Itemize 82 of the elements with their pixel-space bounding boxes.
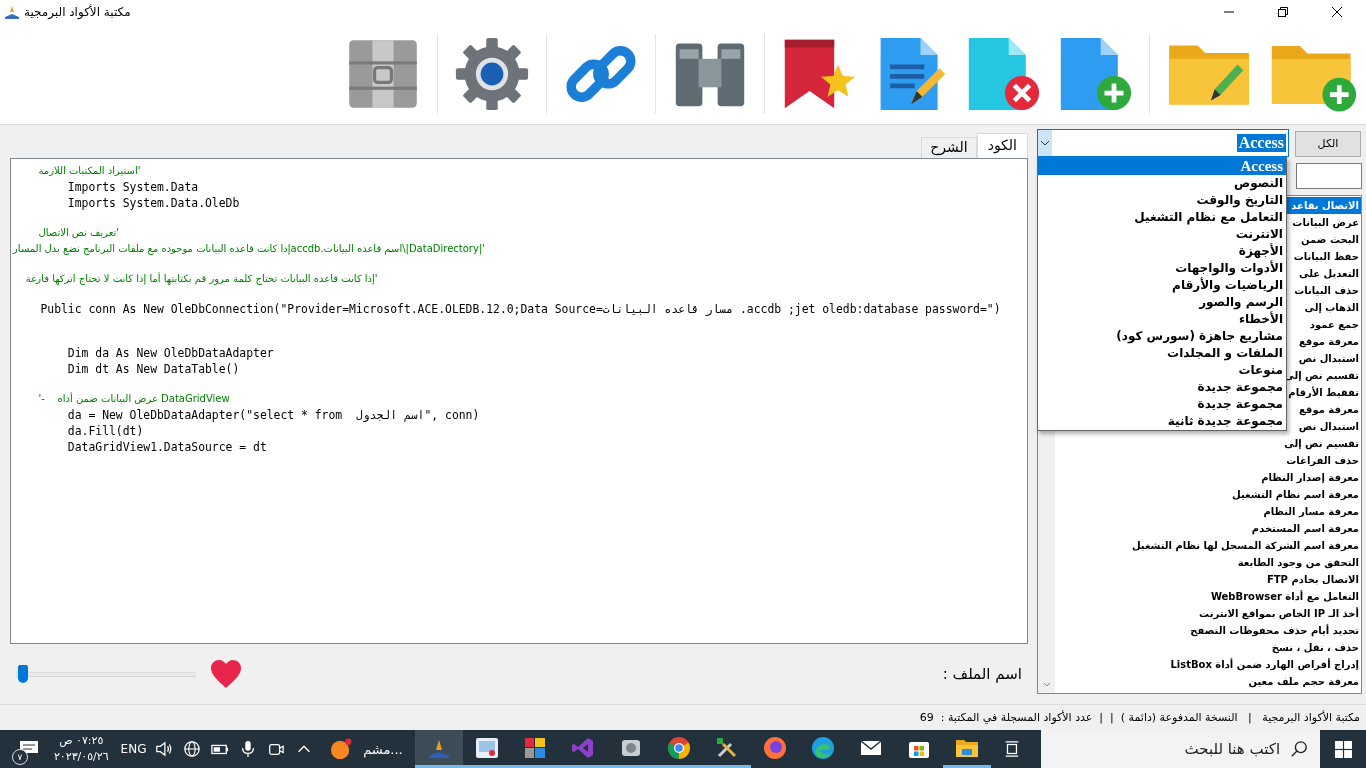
dropdown-option[interactable]: مشاريع جاهزة (سورس كود) [1038, 327, 1286, 345]
list-item[interactable]: تقسيم نص إلى [1055, 434, 1361, 452]
code-line: Public conn As New OleDbConnection("Provider=Microsoft.ACE.OLEDB.12.0;Data Source=مسار قاعده البيانات .accdb ;jet oledb:database password=") [39, 300, 1001, 317]
dropdown-option[interactable]: النصوص [1038, 174, 1286, 192]
tab[interactable]: الكود [976, 132, 1028, 159]
code-comment: '- عرض البيانات ضمن أداه DataGridView [37, 391, 230, 406]
dropdown-option[interactable]: الانترنت [1038, 225, 1286, 243]
notification-badge: ٧ [12, 749, 28, 765]
dropdown-option[interactable]: التاريخ والوقت [1038, 191, 1286, 209]
edge-icon [810, 735, 835, 760]
list-item[interactable]: معرفة اسم نظام التشغيل [1055, 485, 1361, 503]
list-item[interactable]: أخذ الـ IP الخاص بمواقع الانترنت [1055, 604, 1361, 622]
search-icon [1290, 740, 1309, 758]
list-item[interactable]: معرفة اسم المستخدم [1055, 519, 1361, 537]
category-select[interactable]: Access [1037, 128, 1289, 157]
settings-button[interactable] [454, 35, 530, 112]
window-title: مكتبة الأكواد البرمجية [24, 5, 131, 19]
dropdown-option[interactable]: الأجهزة [1038, 242, 1286, 260]
tray-app-icon[interactable] [330, 738, 353, 760]
dropdown-option[interactable]: الأخطاء [1038, 310, 1286, 328]
restore-icon[interactable] [1277, 6, 1289, 18]
clock-time[interactable]: ٠٧:٢٥ ص [59, 733, 104, 749]
dropdown-option[interactable]: الأدوات والواجهات [1038, 259, 1286, 277]
code-line: Imports System.Data [66, 178, 199, 195]
close-icon[interactable] [1331, 6, 1343, 18]
clock-date[interactable]: ٢٠٢٣/٠٥/٢٦ [53, 749, 109, 765]
tiles-icon [522, 735, 547, 760]
list-item[interactable]: تحديد أيام حذف محفوظات التصفح [1055, 621, 1361, 639]
dropdown-option[interactable]: الرسم والصور [1038, 293, 1286, 311]
file-name-label: اسم الملف : [942, 664, 1022, 683]
dropdown-option[interactable]: Access [1038, 157, 1286, 175]
monitor-icon [474, 735, 499, 760]
windows-logo-icon [1334, 740, 1352, 758]
slider-thumb[interactable] [18, 664, 29, 683]
code-line: DataGridView1.DataSource = dt [66, 438, 267, 455]
chrome-icon [666, 735, 691, 760]
dropdown-option[interactable]: الرياضيات والأرقام [1038, 276, 1286, 294]
taskbar-search-field[interactable]: اكتب هنا للبحث [1040, 739, 1291, 759]
volume-icon[interactable] [155, 740, 174, 758]
app-icon [4, 4, 20, 20]
globe-icon[interactable] [183, 740, 202, 758]
code-editor[interactable] [10, 157, 1028, 644]
tab[interactable]: الشرح [921, 136, 977, 159]
dropdown-caret-icon[interactable] [1038, 129, 1052, 156]
language-indicator[interactable]: ENG [120, 742, 147, 756]
all-button[interactable]: الكل [1295, 130, 1361, 157]
code-line: Dim da As New OleDbDataAdapter [66, 344, 274, 361]
dropdown-option[interactable]: مجموعة جديدة ثانية [1038, 412, 1286, 430]
code-line: Dim dt As New DataTable() [66, 360, 240, 377]
dropdown-option[interactable]: منوعات [1038, 361, 1286, 379]
infinity-icon [570, 735, 595, 760]
list-item[interactable]: التعامل مع أداة WebBrowser [1055, 587, 1361, 605]
heart-icon[interactable] [210, 658, 242, 689]
settings-icon [454, 35, 530, 112]
list-item[interactable]: التحقق من وجود الطابعة [1055, 553, 1361, 571]
taskbar-app-label[interactable]: مشم... [363, 741, 403, 757]
taskbar-app[interactable] [414, 730, 463, 768]
code-line: da.Fill(dt) [66, 422, 144, 439]
code-comment: إذا كانت قاعده البيانات تحتاج كلمة مرور قم بكتابتها أما إذا كانت لا تحتاج اتركها فارغة' [24, 271, 378, 287]
status-text: مكتبة الأكواد البرمجية | النسخة المدفوعة (دائمة ) | | عدد الأكواد المسجلة في المكتبة : 69 [919, 711, 1360, 724]
list-item[interactable]: إدراج أقراص الهارد ضمن أداة ListBox [1055, 655, 1361, 673]
list-item[interactable]: معرفة اسم الشركة المسجل لها نظام التشغيل [1055, 536, 1361, 554]
list-item[interactable]: معرفة إصدار النظام [1055, 468, 1361, 486]
list-item[interactable]: حذف الفراغات [1055, 451, 1361, 469]
firefox-icon [762, 735, 787, 760]
list-item[interactable]: الاتصال بخادم FTP [1055, 570, 1361, 588]
code-comment: إذا كانت قاعده البيانات موجوده مع ملفات البرنامج نضع بدل المسارaccdb.اسم قاعده البيانات\|DataDirectory|' [13, 241, 485, 257]
code-comment: استيراد المكتبات اللازمة' [37, 163, 141, 178]
code-line: da = New OleDbDataAdapter("select * from اسم الجدول", conn) [66, 406, 480, 423]
code-line: Imports System.Data.OleDb [66, 194, 240, 211]
dropdown-option[interactable]: مجموعة جديدة [1038, 395, 1286, 413]
code-comment: تعريف نص الاتصال' [37, 225, 120, 240]
taskbar-search-bar[interactable]: اكتب هنا للبحث [1040, 730, 1321, 768]
dropdown-option[interactable]: مجموعة جديدة [1038, 378, 1286, 396]
dropdown-option[interactable]: التعامل مع نظام التشغيل [1038, 208, 1286, 226]
notification-button[interactable]: ٧ [12, 732, 46, 766]
dropdown-option[interactable]: الملفات و المجلدات [1038, 344, 1286, 362]
tools-icon [714, 735, 739, 760]
search-field[interactable] [1296, 162, 1362, 189]
list-item[interactable]: حذف ، نقل ، نسخ [1055, 638, 1361, 656]
list-item[interactable]: معرفة مسار النظام [1055, 502, 1361, 520]
list-item[interactable]: معرفة حجم ملف معين [1055, 672, 1361, 690]
